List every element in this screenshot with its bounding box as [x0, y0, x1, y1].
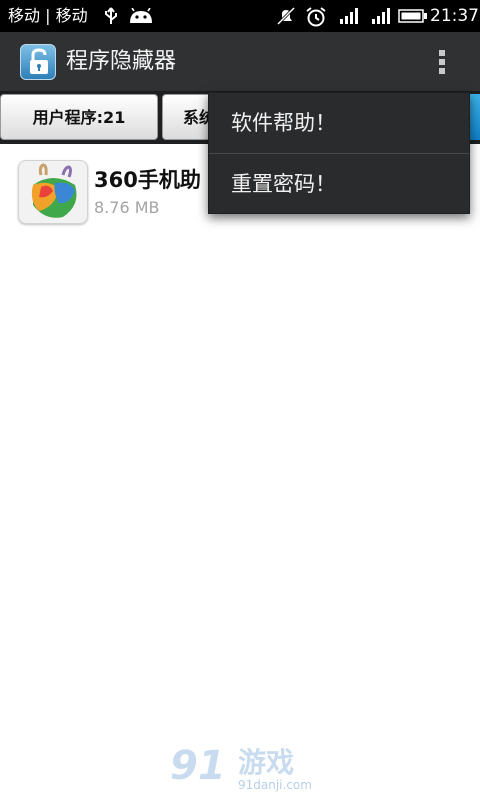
watermark-url: 91danji.com: [238, 778, 312, 792]
action-bar: 程序隐藏器: [0, 32, 480, 92]
overflow-menu-icon[interactable]: [432, 48, 452, 76]
carrier-label: 移动 | 移动: [8, 6, 88, 25]
watermark-logo: 91 游戏 91danji.com: [170, 742, 312, 798]
alarm-icon: [306, 7, 326, 27]
signal-icon: [340, 8, 358, 24]
clock: 21:37: [430, 6, 479, 26]
app-title: 程序隐藏器: [66, 49, 177, 74]
app-name: 360手机助: [94, 168, 201, 192]
status-bar: 移动 | 移动 21:37: [0, 0, 480, 32]
battery-icon: [398, 9, 427, 23]
lock-icon[interactable]: [20, 44, 56, 80]
menu-item-reset-password[interactable]: 重置密码！: [209, 154, 469, 214]
watermark-number: 91: [170, 743, 226, 789]
usb-icon: [105, 7, 117, 24]
overflow-menu: 软件帮助！ 重置密码！: [208, 92, 470, 214]
app-size: 8.76 MB: [94, 198, 160, 217]
android-icon: [130, 8, 152, 23]
signal-icon: [372, 8, 390, 24]
mute-icon: [276, 6, 296, 26]
360-assistant-icon: [18, 160, 88, 224]
menu-item-help[interactable]: 软件帮助！: [209, 93, 469, 153]
watermark-text: 游戏: [238, 746, 295, 779]
tab-user-apps[interactable]: 用户程序:21: [0, 94, 158, 140]
